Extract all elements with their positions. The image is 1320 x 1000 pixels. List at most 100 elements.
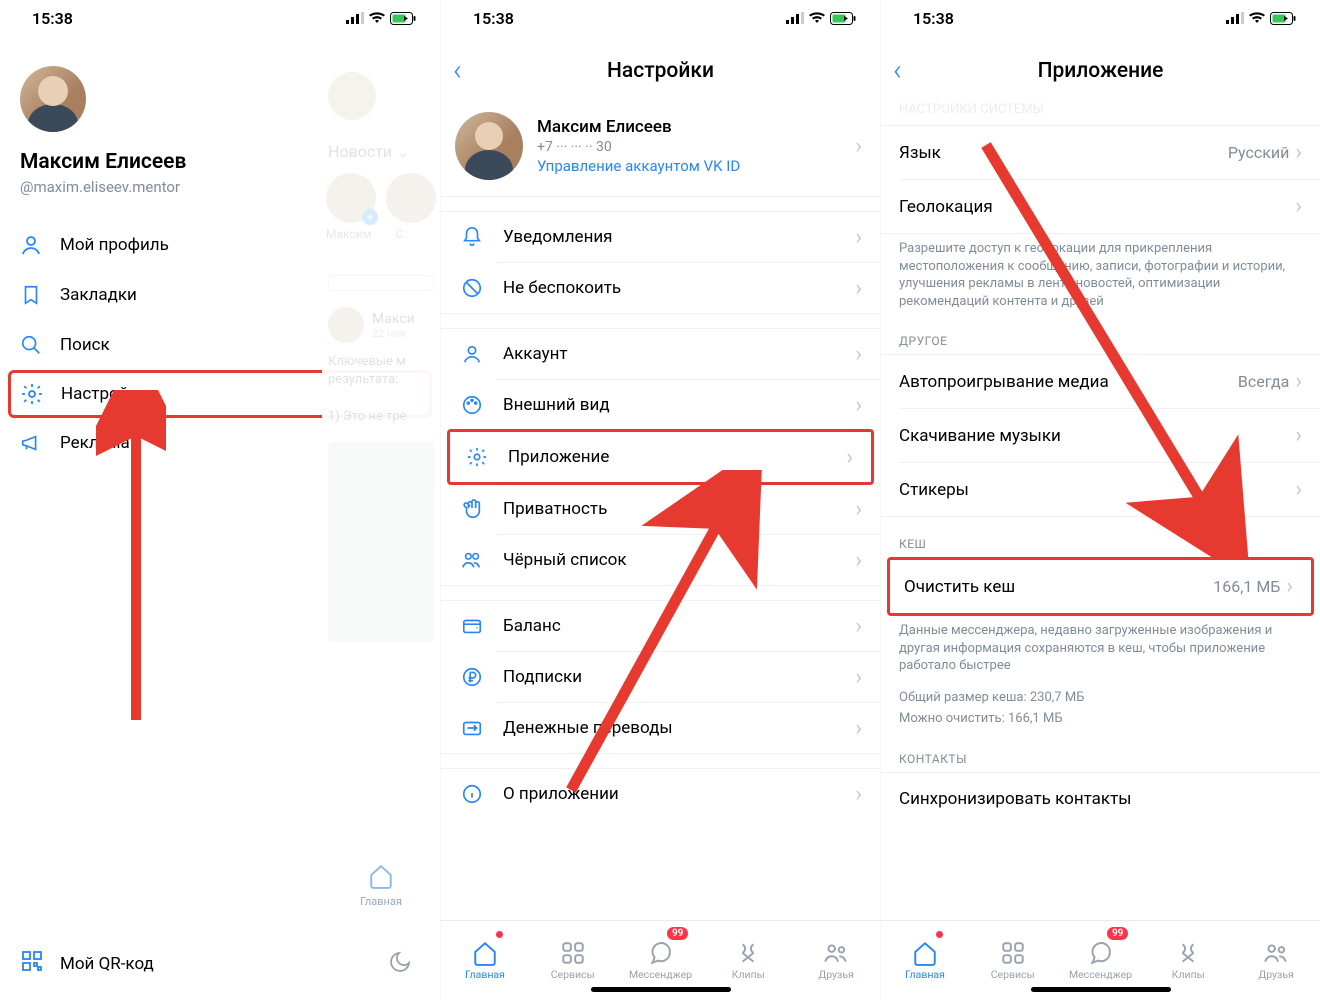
- group-label-other: ДРУГОЕ: [881, 314, 1320, 354]
- status-bar: 15:38: [441, 0, 880, 36]
- status-bar: 15:38: [0, 0, 440, 36]
- back-button[interactable]: ‹: [893, 56, 902, 86]
- palette-icon: [459, 392, 485, 418]
- settings-item-app[interactable]: Приложение ›: [450, 432, 871, 482]
- settings-item-dnd[interactable]: Не беспокоить ›: [441, 263, 880, 313]
- settings-item-notifications[interactable]: Уведомления ›: [441, 212, 880, 262]
- home-indicator: [591, 987, 731, 992]
- chevron-right-icon: ›: [846, 445, 861, 470]
- sidebar-item-label: Настройки: [61, 384, 148, 404]
- chevron-right-icon: ›: [855, 548, 870, 573]
- item-label: Стикеры: [899, 480, 969, 500]
- chevron-right-icon: ›: [855, 134, 870, 159]
- chevron-right-icon: ›: [855, 276, 870, 301]
- setting-music[interactable]: Скачивание музыки ›: [881, 409, 1320, 462]
- setting-stickers[interactable]: Стикеры ›: [881, 463, 1320, 516]
- header: ‹ Приложение: [881, 46, 1320, 96]
- users-icon: [459, 547, 485, 573]
- chevron-right-icon: ›: [1295, 369, 1310, 394]
- item-label: Аккаунт: [503, 344, 837, 364]
- qr-row: Мой QR-код: [0, 949, 440, 978]
- item-label: Скачивание музыки: [899, 426, 1061, 446]
- user-icon: [459, 341, 485, 367]
- status-time: 15:38: [32, 9, 73, 28]
- setting-autoplay[interactable]: Автопроигрывание медиа Всегда ›: [881, 355, 1320, 408]
- setting-language[interactable]: Язык Русский›: [881, 126, 1320, 179]
- item-label: Приватность: [503, 499, 837, 519]
- settings-item-privacy[interactable]: Приватность ›: [441, 484, 880, 534]
- settings-profile-row[interactable]: Максим Елисеев +7 ··· ··· ·· 30 Управлен…: [441, 96, 880, 196]
- qr-button[interactable]: Мой QR-код: [20, 949, 154, 978]
- item-label: Подписки: [503, 667, 837, 687]
- setting-geolocation[interactable]: Геолокация ›: [881, 180, 1320, 233]
- status-icons: [1226, 12, 1296, 25]
- tab-home[interactable]: Главная: [441, 921, 529, 1000]
- chevron-right-icon: ›: [855, 225, 870, 250]
- item-label: Денежные переводы: [503, 718, 837, 738]
- settings-item-about[interactable]: О приложении ›: [441, 769, 880, 819]
- background-feed: Новости + МаксимС Макси22 ноя Ключевые м…: [322, 60, 440, 920]
- settings-item-blacklist[interactable]: Чёрный список ›: [441, 535, 880, 585]
- sidebar-item-label: Закладки: [60, 285, 137, 305]
- item-label: Геолокация: [899, 197, 993, 217]
- gear-icon: [464, 444, 490, 470]
- setting-sync-contacts[interactable]: Синхронизировать контакты ›: [881, 773, 1320, 826]
- cache-description: Данные мессенджера, недавно загруженные …: [881, 616, 1320, 679]
- settings-item-appearance[interactable]: Внешний вид ›: [441, 380, 880, 430]
- sidebar-item-label: Реклама: [60, 433, 130, 453]
- megaphone-icon: [18, 430, 44, 456]
- item-label: Очистить кеш: [904, 577, 1015, 597]
- profile-phone: +7 ··· ··· ·· 30: [537, 139, 841, 155]
- item-label: Не беспокоить: [503, 278, 837, 298]
- item-label: Баланс: [503, 616, 837, 636]
- group-label-cutoff: НАСТРОЙКИ СИСТЕМЫ: [881, 96, 1320, 117]
- item-value: Всегда: [1238, 372, 1289, 391]
- chevron-right-icon: ›: [1286, 574, 1301, 599]
- status-icons: [346, 12, 416, 25]
- page-title: Настройки: [607, 59, 714, 83]
- header: ‹ Настройки: [441, 46, 880, 96]
- back-button[interactable]: ‹: [453, 56, 462, 86]
- page-title: Приложение: [1038, 59, 1164, 83]
- tab-home[interactable]: Главная: [881, 921, 969, 1000]
- chevron-right-icon: ›: [1295, 477, 1310, 502]
- vkid-link[interactable]: Управление аккаунтом VK ID: [537, 157, 841, 175]
- chevron-right-icon: ›: [1295, 194, 1310, 219]
- setting-clear-cache[interactable]: Очистить кеш 166,1 МБ ›: [890, 560, 1311, 613]
- sidebar-item-label: Мой профиль: [60, 235, 169, 255]
- qr-label: Мой QR-код: [60, 954, 154, 974]
- chevron-right-icon: ›: [855, 782, 870, 807]
- item-label: Чёрный список: [503, 550, 837, 570]
- status-time: 15:38: [913, 9, 954, 28]
- user-icon: [18, 232, 44, 258]
- profile-name: Максим Елисеев: [537, 117, 841, 137]
- settings-item-account[interactable]: Аккаунт ›: [441, 329, 880, 379]
- settings-item-subscriptions[interactable]: Подписки ›: [441, 652, 880, 702]
- bookmark-icon: [18, 282, 44, 308]
- tab-bar: Главная Сервисы 99Мессенджер Клипы Друзь…: [441, 920, 880, 1000]
- item-label: Автопроигрывание медиа: [899, 372, 1109, 392]
- settings-item-transfers[interactable]: Денежные переводы ›: [441, 703, 880, 753]
- settings-item-balance[interactable]: Баланс ›: [441, 601, 880, 651]
- sidebar-item-label: Поиск: [60, 335, 110, 355]
- avatar[interactable]: [20, 66, 86, 132]
- info-icon: [459, 781, 485, 807]
- tab-friends[interactable]: Друзья: [1232, 921, 1320, 1000]
- chevron-right-icon: ›: [855, 393, 870, 418]
- item-label: Уведомления: [503, 227, 837, 247]
- chevron-right-icon: ›: [855, 665, 870, 690]
- home-icon: [368, 863, 394, 893]
- avatar: [455, 112, 523, 180]
- tab-friends[interactable]: Друзья: [792, 921, 880, 1000]
- chevron-right-icon: ›: [1295, 140, 1310, 165]
- item-value: 166,1 МБ: [1213, 577, 1280, 596]
- item-label: Приложение: [508, 447, 828, 467]
- screen-sidebar: 15:38 Максим Елисеев @maxim.eliseev.ment…: [0, 0, 440, 1000]
- geo-description: Разрешите доступ к геолокации для прикре…: [881, 234, 1320, 314]
- group-label-cache: КЕШ: [881, 517, 1320, 557]
- chevron-right-icon: ›: [855, 497, 870, 522]
- chevron-right-icon: ›: [855, 614, 870, 639]
- wallet-icon: [459, 613, 485, 639]
- theme-toggle[interactable]: [388, 950, 412, 978]
- gear-icon: [19, 381, 45, 407]
